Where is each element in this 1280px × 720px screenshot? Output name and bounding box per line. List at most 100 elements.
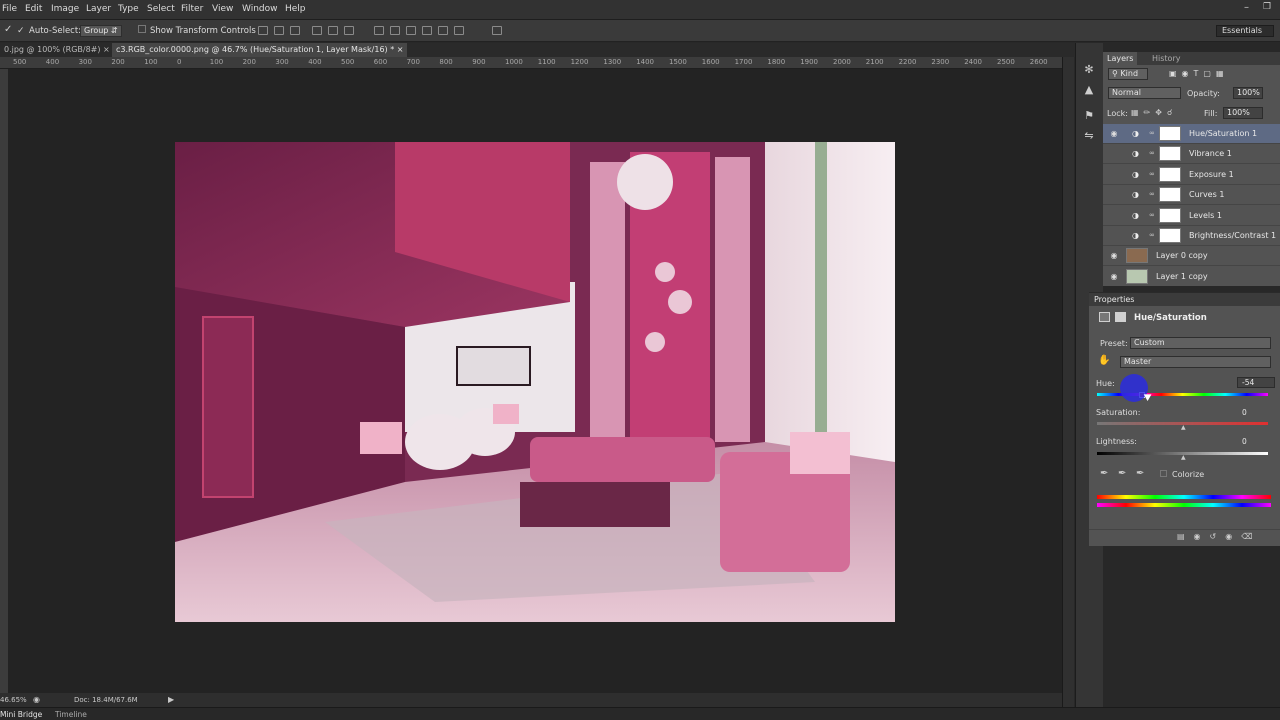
preset-dropdown[interactable]: Custom: [1130, 337, 1271, 349]
link-icon[interactable]: ∞: [1149, 190, 1155, 198]
tab-history[interactable]: History: [1148, 52, 1184, 65]
align-left-icon[interactable]: [312, 26, 322, 35]
adjustments-panel-icon[interactable]: ✻: [1082, 63, 1096, 77]
colorize-checkbox[interactable]: [1160, 470, 1167, 477]
menu-select[interactable]: Select: [147, 4, 175, 14]
layer-thumbnail: [1159, 207, 1181, 223]
lightness-slider-thumb[interactable]: ▲: [1181, 454, 1186, 461]
menu-layer[interactable]: Layer: [86, 4, 111, 14]
opacity-input[interactable]: 100%: [1233, 87, 1263, 99]
show-transform-label: Show Transform Controls: [150, 26, 256, 36]
lightness-input[interactable]: 0: [1237, 436, 1275, 447]
eyedropper-icon[interactable]: ✒: [1100, 468, 1108, 479]
link-icon[interactable]: ∞: [1149, 231, 1155, 239]
auto-align-icon[interactable]: [492, 26, 502, 35]
layer-name: Layer 1 copy: [1156, 271, 1208, 281]
distribute-right-icon[interactable]: [454, 26, 464, 35]
lock-icons[interactable]: ▦✏✥☌: [1131, 108, 1177, 117]
layer-row[interactable]: ◉ ◑ ∞ Hue/Saturation 1: [1103, 124, 1280, 144]
mask-icon[interactable]: [1115, 312, 1126, 322]
layer-row[interactable]: ◑ ∞ Vibrance 1: [1103, 144, 1280, 165]
blend-mode-dropdown[interactable]: Normal: [1108, 87, 1181, 99]
align-hcenter-icon[interactable]: [328, 26, 338, 35]
distribute-vcenter-icon[interactable]: [390, 26, 400, 35]
distribute-top-icon[interactable]: [374, 26, 384, 35]
ruler-tick-label: 700: [406, 58, 420, 66]
properties-footer-icons[interactable]: ▤◉↺◉⌫: [1177, 532, 1262, 541]
workspace-switcher[interactable]: Essentials: [1216, 25, 1274, 37]
ruler-tick-label: 400: [45, 58, 60, 66]
tab-document-2[interactable]: c3.RGB_color.0000.png @ 46.7% (Hue/Satur…: [112, 43, 408, 57]
link-icon[interactable]: ∞: [1149, 129, 1155, 137]
menu-image[interactable]: Image: [51, 4, 79, 14]
channel-dropdown[interactable]: Master: [1120, 356, 1271, 368]
menu-file[interactable]: File: [2, 4, 17, 14]
link-icon[interactable]: ∞: [1149, 149, 1155, 157]
layer-row[interactable]: ◉ Layer 0 copy: [1103, 246, 1280, 267]
menu-help[interactable]: Help: [285, 4, 306, 14]
eye-hidden-icon[interactable]: [1109, 149, 1119, 159]
filter-kind-dropdown[interactable]: ⚲ Kind: [1108, 68, 1148, 80]
link-icon[interactable]: ∞: [1149, 211, 1155, 219]
status-menu-arrow-icon[interactable]: ▶: [168, 695, 174, 704]
align-vcenter-icon[interactable]: [274, 26, 284, 35]
restore-icon[interactable]: ❐: [1263, 2, 1271, 12]
tab-close-icon[interactable]: ×: [103, 45, 110, 54]
tab-layers[interactable]: Layers: [1103, 52, 1138, 65]
eyedropper-plus-icon[interactable]: ✒: [1118, 468, 1126, 479]
link-icon[interactable]: ∞: [1149, 170, 1155, 178]
tab-close-icon[interactable]: ×: [397, 45, 404, 54]
eye-icon[interactable]: ◉: [1109, 129, 1119, 139]
distribute-left-icon[interactable]: [422, 26, 432, 35]
menu-view[interactable]: View: [212, 4, 233, 14]
status-info-icon[interactable]: ◉: [33, 695, 40, 704]
layer-row[interactable]: ◑ ∞ Brightness/Contrast 1: [1103, 226, 1280, 246]
fill-input[interactable]: 100%: [1223, 107, 1263, 119]
layer-row[interactable]: ◑ ∞ Curves 1: [1103, 185, 1280, 206]
eye-hidden-icon[interactable]: [1109, 211, 1119, 221]
align-bottom-icon[interactable]: [290, 26, 300, 35]
menu-type[interactable]: Type: [118, 4, 139, 14]
auto-select-dropdown[interactable]: Group ⇵: [80, 25, 122, 37]
layer-row[interactable]: ◑ ∞ Levels 1: [1103, 205, 1280, 226]
on-image-adjust-icon[interactable]: ✋: [1098, 355, 1110, 366]
ruler-tick-label: 300: [78, 58, 92, 66]
vertical-scrollbar[interactable]: [1062, 57, 1074, 707]
eye-icon[interactable]: ◉: [1109, 251, 1119, 261]
layer-row[interactable]: ◑ ∞ Exposure 1: [1103, 164, 1280, 185]
tab-timeline[interactable]: Timeline: [55, 710, 87, 719]
tab-document-1-label: 0.jpg @ 100% (RGB/8#): [4, 45, 101, 54]
menu-filter[interactable]: Filter: [181, 4, 203, 14]
hue-input[interactable]: -54: [1237, 377, 1275, 388]
eye-hidden-icon[interactable]: [1109, 170, 1119, 180]
zoom-level[interactable]: 46.65%: [0, 696, 27, 704]
eye-hidden-icon[interactable]: [1109, 190, 1119, 200]
ruler-tick-label: 1300: [603, 58, 622, 66]
distribute-hcenter-icon[interactable]: [438, 26, 448, 35]
tab-mini-bridge[interactable]: Mini Bridge: [0, 710, 42, 719]
menu-bar: File Edit Image Layer Type Select Filter…: [0, 0, 1280, 20]
move-tool-icon[interactable]: ✓: [4, 24, 12, 35]
saturation-input[interactable]: 0: [1237, 407, 1275, 418]
layer-row[interactable]: ◉ Layer 1 copy: [1103, 266, 1280, 286]
menu-edit[interactable]: Edit: [25, 4, 42, 14]
hue-label: Hue:: [1096, 379, 1115, 388]
eye-hidden-icon[interactable]: [1109, 231, 1119, 241]
align-top-icon[interactable]: [258, 26, 268, 35]
align-right-icon[interactable]: [344, 26, 354, 35]
menu-window[interactable]: Window: [242, 4, 278, 14]
eye-icon[interactable]: ◉: [1109, 272, 1119, 282]
minimize-icon[interactable]: –: [1244, 2, 1249, 13]
styles-panel-icon[interactable]: ▲: [1082, 83, 1096, 97]
show-transform-checkbox[interactable]: [138, 25, 146, 33]
distribute-bottom-icon[interactable]: [406, 26, 416, 35]
auto-select-checkbox[interactable]: ✓: [17, 26, 25, 36]
brush-panel-icon[interactable]: ⇋: [1082, 129, 1096, 143]
tab-document-1[interactable]: 0.jpg @ 100% (RGB/8#) ×: [0, 43, 114, 57]
ruler-tick-label: 1200: [570, 58, 589, 66]
tool-presets-icon[interactable]: ⚑: [1082, 109, 1096, 123]
eyedropper-minus-icon[interactable]: ✒: [1136, 468, 1144, 479]
document-image[interactable]: [175, 142, 895, 622]
saturation-slider-thumb[interactable]: ▲: [1181, 424, 1186, 431]
layer-filter-icons[interactable]: ▣◉T▢▦: [1169, 69, 1229, 78]
